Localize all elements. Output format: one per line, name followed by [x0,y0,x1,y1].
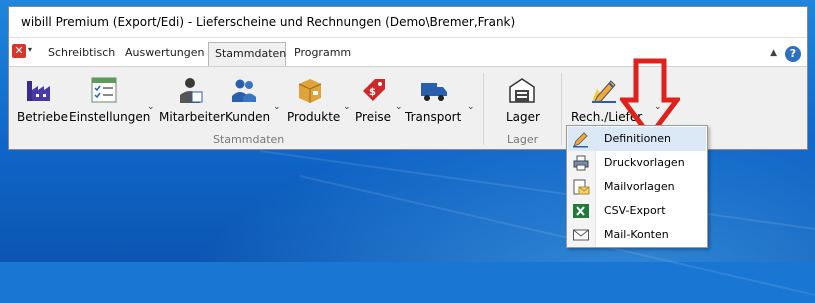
rech-liefer-dropdown-menu: Definitionen Druckvorlagen Mailvorlagen … [566,125,708,248]
kunden-chevron-icon[interactable]: ⌄ [273,102,281,112]
app-menu-button[interactable]: ✕ ▾ [12,44,38,60]
einstellungen-chevron-icon[interactable]: ⌄ [147,102,155,112]
menu-item-mail-konten[interactable]: Mail-Konten [568,223,706,247]
group-label-stammdaten: Stammdaten [213,133,285,146]
window-title: wibill Premium (Export/Edi) - Liefersche… [21,15,516,29]
ribbon-button-preise[interactable]: $ Preise ⌄ [355,73,405,127]
ribbon-label-produkte: Produkte [287,110,341,124]
menu-label-definitionen: Definitionen [604,132,672,145]
ribbon-tab-bar: ✕ ▾ Schreibtisch Auswertungen Stammdaten… [9,38,807,66]
menu-label-mail-konten: Mail-Konten [604,228,669,241]
ribbon-button-mitarbeiter[interactable]: Mitarbeiter [159,73,225,127]
warehouse-icon [509,78,535,103]
transport-chevron-icon[interactable]: ⌄ [467,102,475,112]
definitions-icon [573,132,588,148]
employee-icon [180,78,203,103]
preise-chevron-icon[interactable]: ⌄ [395,102,403,112]
help-icon[interactable]: ? [785,46,801,62]
ribbon-button-transport[interactable]: Transport ⌄ [405,73,475,127]
printer-icon [573,155,589,171]
menu-item-definitionen[interactable]: Definitionen [568,127,706,151]
menu-label-csv-export: CSV-Export [604,204,666,217]
ribbon-button-kunden[interactable]: Kunden ⌄ [223,73,283,127]
ribbon-label-transport: Transport [405,110,462,124]
excel-icon [573,204,589,218]
tab-stammdaten[interactable]: Stammdaten [208,42,286,66]
ribbon-label-betriebe: Betriebe [17,110,68,124]
factory-icon [27,81,50,101]
menu-label-druckvorlagen: Druckvorlagen [604,156,685,169]
collapse-ribbon-icon[interactable]: ▲ [770,48,777,58]
svg-text:$: $ [369,87,376,98]
customers-icon [232,79,256,102]
ribbon-button-produkte[interactable]: Produkte ⌄ [285,73,353,127]
app-menu-chevron-icon: ▾ [28,45,33,54]
ribbon-button-einstellungen[interactable]: Einstellungen ⌄ [67,73,157,127]
app-close-icon: ✕ [12,44,26,58]
truck-icon [421,83,447,101]
tab-programm[interactable]: Programm [288,42,357,66]
price-tag-icon: $ [363,79,385,101]
ribbon-button-lager[interactable]: Lager [499,73,545,127]
menu-item-mailvorlagen[interactable]: Mailvorlagen [568,175,706,199]
envelope-icon [573,229,589,241]
menu-item-csv-export[interactable]: CSV-Export [568,199,706,223]
checklist-icon [91,77,117,103]
ribbon-label-mitarbeiter: Mitarbeiter [159,110,226,124]
tab-schreibtisch[interactable]: Schreibtisch [42,42,121,66]
tab-auswertungen[interactable]: Auswertungen [119,42,211,66]
produkte-chevron-icon[interactable]: ⌄ [343,102,351,112]
ribbon-label-einstellungen: Einstellungen [69,110,151,124]
invoice-edit-icon [592,80,616,103]
group-separator [483,73,484,145]
title-bar: wibill Premium (Export/Edi) - Liefersche… [9,7,807,38]
ribbon-label-preise: Preise [355,110,392,124]
ribbon-label-kunden: Kunden [225,110,271,124]
ribbon-label-lager: Lager [506,110,540,124]
box-icon [298,79,322,103]
mail-template-icon [573,179,590,195]
group-label-lager: Lager [507,133,539,146]
menu-label-mailvorlagen: Mailvorlagen [604,180,675,193]
ribbon-button-betriebe[interactable]: Betriebe [15,73,68,127]
menu-item-druckvorlagen[interactable]: Druckvorlagen [568,151,706,175]
group-separator [561,73,562,145]
